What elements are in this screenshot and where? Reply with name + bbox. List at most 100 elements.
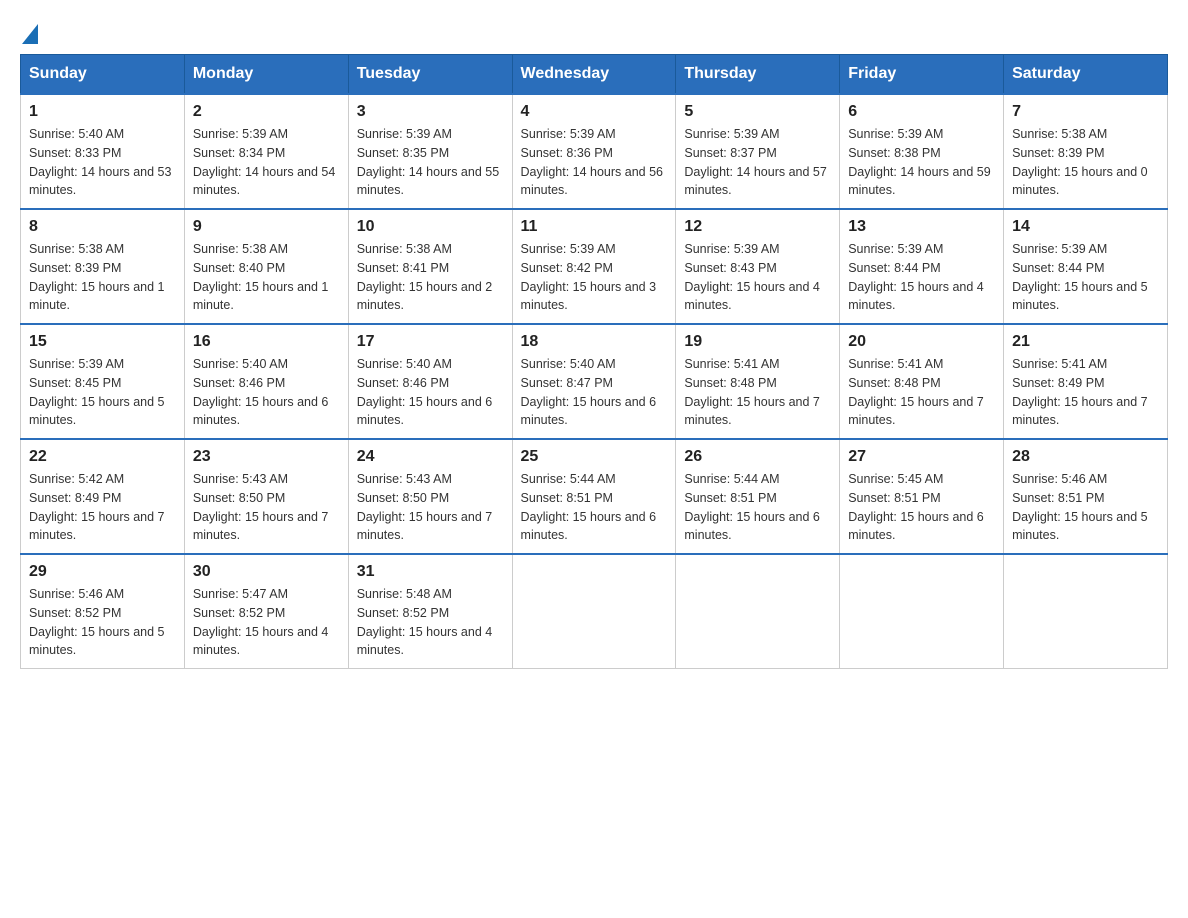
- day-number: 3: [357, 103, 504, 121]
- day-number: 30: [193, 563, 340, 581]
- header-tuesday: Tuesday: [348, 55, 512, 95]
- day-number: 11: [521, 218, 668, 236]
- calendar-cell: 29 Sunrise: 5:46 AMSunset: 8:52 PMDayligh…: [21, 554, 185, 669]
- calendar-cell: 5 Sunrise: 5:39 AMSunset: 8:37 PMDaylight…: [676, 94, 840, 209]
- day-info: Sunrise: 5:39 AMSunset: 8:42 PMDaylight:…: [521, 240, 668, 315]
- calendar-header: SundayMondayTuesdayWednesdayThursdayFrid…: [21, 55, 1168, 95]
- week-row-2: 8Sunrise: 5:38 AMSunset: 8:39 PMDaylight…: [21, 209, 1168, 324]
- day-info: Sunrise: 5:40 AMSunset: 8:47 PMDaylight:…: [521, 355, 668, 430]
- day-number: 23: [193, 448, 340, 466]
- day-number: 19: [684, 333, 831, 351]
- header-saturday: Saturday: [1004, 55, 1168, 95]
- calendar-cell: 1 Sunrise: 5:40 AMSunset: 8:33 PMDaylight…: [21, 94, 185, 209]
- day-info: Sunrise: 5:44 AMSunset: 8:51 PMDaylight:…: [684, 470, 831, 545]
- day-info: Sunrise: 5:39 AMSunset: 8:45 PMDaylight:…: [29, 355, 176, 430]
- day-info: Sunrise: 5:44 AMSunset: 8:51 PMDaylight:…: [521, 470, 668, 545]
- day-info: Sunrise: 5:41 AMSunset: 8:49 PMDaylight:…: [1012, 355, 1159, 430]
- day-number: 25: [521, 448, 668, 466]
- calendar-cell: 26 Sunrise: 5:44 AMSunset: 8:51 PMDayligh…: [676, 439, 840, 554]
- week-row-5: 29 Sunrise: 5:46 AMSunset: 8:52 PMDayligh…: [21, 554, 1168, 669]
- calendar-cell: [840, 554, 1004, 669]
- day-number: 2: [193, 103, 340, 121]
- day-number: 5: [684, 103, 831, 121]
- calendar-cell: 4 Sunrise: 5:39 AMSunset: 8:36 PMDaylight…: [512, 94, 676, 209]
- calendar-cell: 18Sunrise: 5:40 AMSunset: 8:47 PMDayligh…: [512, 324, 676, 439]
- header-row: SundayMondayTuesdayWednesdayThursdayFrid…: [21, 55, 1168, 95]
- day-number: 27: [848, 448, 995, 466]
- day-number: 4: [521, 103, 668, 121]
- calendar-cell: 3 Sunrise: 5:39 AMSunset: 8:35 PMDaylight…: [348, 94, 512, 209]
- calendar-cell: 8Sunrise: 5:38 AMSunset: 8:39 PMDaylight…: [21, 209, 185, 324]
- day-info: Sunrise: 5:38 AMSunset: 8:39 PMDaylight:…: [29, 240, 176, 315]
- day-info: Sunrise: 5:39 AMSunset: 8:37 PMDaylight:…: [684, 125, 831, 200]
- day-info: Sunrise: 5:39 AMSunset: 8:44 PMDaylight:…: [848, 240, 995, 315]
- day-number: 17: [357, 333, 504, 351]
- week-row-4: 22 Sunrise: 5:42 AMSunset: 8:49 PMDayligh…: [21, 439, 1168, 554]
- header-monday: Monday: [184, 55, 348, 95]
- day-info: Sunrise: 5:41 AMSunset: 8:48 PMDaylight:…: [684, 355, 831, 430]
- day-info: Sunrise: 5:39 AMSunset: 8:34 PMDaylight:…: [193, 125, 340, 200]
- day-number: 10: [357, 218, 504, 236]
- day-info: Sunrise: 5:42 AMSunset: 8:49 PMDaylight:…: [29, 470, 176, 545]
- day-info: Sunrise: 5:46 AMSunset: 8:51 PMDaylight:…: [1012, 470, 1159, 545]
- calendar-cell: 24 Sunrise: 5:43 AMSunset: 8:50 PMDayligh…: [348, 439, 512, 554]
- day-number: 7: [1012, 103, 1159, 121]
- week-row-3: 15 Sunrise: 5:39 AMSunset: 8:45 PMDayligh…: [21, 324, 1168, 439]
- calendar-cell: 13 Sunrise: 5:39 AMSunset: 8:44 PMDayligh…: [840, 209, 1004, 324]
- calendar-cell: [512, 554, 676, 669]
- week-row-1: 1 Sunrise: 5:40 AMSunset: 8:33 PMDaylight…: [21, 94, 1168, 209]
- day-info: Sunrise: 5:39 AMSunset: 8:43 PMDaylight:…: [684, 240, 831, 315]
- calendar-cell: 15 Sunrise: 5:39 AMSunset: 8:45 PMDayligh…: [21, 324, 185, 439]
- calendar-cell: 19 Sunrise: 5:41 AMSunset: 8:48 PMDayligh…: [676, 324, 840, 439]
- day-number: 21: [1012, 333, 1159, 351]
- day-info: Sunrise: 5:40 AMSunset: 8:46 PMDaylight:…: [357, 355, 504, 430]
- calendar-cell: 25 Sunrise: 5:44 AMSunset: 8:51 PMDayligh…: [512, 439, 676, 554]
- day-number: 15: [29, 333, 176, 351]
- header-thursday: Thursday: [676, 55, 840, 95]
- day-info: Sunrise: 5:41 AMSunset: 8:48 PMDaylight:…: [848, 355, 995, 430]
- day-info: Sunrise: 5:40 AMSunset: 8:46 PMDaylight:…: [193, 355, 340, 430]
- day-number: 9: [193, 218, 340, 236]
- calendar-cell: 23Sunrise: 5:43 AMSunset: 8:50 PMDayligh…: [184, 439, 348, 554]
- day-info: Sunrise: 5:43 AMSunset: 8:50 PMDaylight:…: [357, 470, 504, 545]
- day-number: 31: [357, 563, 504, 581]
- header-friday: Friday: [840, 55, 1004, 95]
- calendar-cell: 21 Sunrise: 5:41 AMSunset: 8:49 PMDayligh…: [1004, 324, 1168, 439]
- day-info: Sunrise: 5:39 AMSunset: 8:35 PMDaylight:…: [357, 125, 504, 200]
- calendar-cell: 30 Sunrise: 5:47 AMSunset: 8:52 PMDayligh…: [184, 554, 348, 669]
- day-number: 20: [848, 333, 995, 351]
- calendar-cell: 28 Sunrise: 5:46 AMSunset: 8:51 PMDayligh…: [1004, 439, 1168, 554]
- day-number: 14: [1012, 218, 1159, 236]
- day-info: Sunrise: 5:38 AMSunset: 8:40 PMDaylight:…: [193, 240, 340, 315]
- day-info: Sunrise: 5:45 AMSunset: 8:51 PMDaylight:…: [848, 470, 995, 545]
- calendar-cell: 22 Sunrise: 5:42 AMSunset: 8:49 PMDayligh…: [21, 439, 185, 554]
- calendar-cell: 11 Sunrise: 5:39 AMSunset: 8:42 PMDayligh…: [512, 209, 676, 324]
- day-info: Sunrise: 5:47 AMSunset: 8:52 PMDaylight:…: [193, 585, 340, 660]
- calendar-cell: [1004, 554, 1168, 669]
- day-number: 29: [29, 563, 176, 581]
- calendar-cell: 31Sunrise: 5:48 AMSunset: 8:52 PMDayligh…: [348, 554, 512, 669]
- calendar-cell: 16Sunrise: 5:40 AMSunset: 8:46 PMDayligh…: [184, 324, 348, 439]
- calendar-cell: 9 Sunrise: 5:38 AMSunset: 8:40 PMDaylight…: [184, 209, 348, 324]
- calendar-cell: 6 Sunrise: 5:39 AMSunset: 8:38 PMDaylight…: [840, 94, 1004, 209]
- day-number: 12: [684, 218, 831, 236]
- day-info: Sunrise: 5:46 AMSunset: 8:52 PMDaylight:…: [29, 585, 176, 660]
- day-info: Sunrise: 5:38 AMSunset: 8:39 PMDaylight:…: [1012, 125, 1159, 200]
- day-number: 26: [684, 448, 831, 466]
- calendar-cell: 12 Sunrise: 5:39 AMSunset: 8:43 PMDayligh…: [676, 209, 840, 324]
- day-info: Sunrise: 5:39 AMSunset: 8:36 PMDaylight:…: [521, 125, 668, 200]
- day-number: 22: [29, 448, 176, 466]
- day-number: 6: [848, 103, 995, 121]
- day-info: Sunrise: 5:39 AMSunset: 8:38 PMDaylight:…: [848, 125, 995, 200]
- day-number: 1: [29, 103, 176, 121]
- calendar-cell: 10Sunrise: 5:38 AMSunset: 8:41 PMDayligh…: [348, 209, 512, 324]
- calendar-cell: 7 Sunrise: 5:38 AMSunset: 8:39 PMDaylight…: [1004, 94, 1168, 209]
- day-number: 24: [357, 448, 504, 466]
- calendar-cell: 27 Sunrise: 5:45 AMSunset: 8:51 PMDayligh…: [840, 439, 1004, 554]
- day-info: Sunrise: 5:40 AMSunset: 8:33 PMDaylight:…: [29, 125, 176, 200]
- day-number: 13: [848, 218, 995, 236]
- calendar-cell: [676, 554, 840, 669]
- day-info: Sunrise: 5:39 AMSunset: 8:44 PMDaylight:…: [1012, 240, 1159, 315]
- page-header: [20, 20, 1168, 44]
- day-number: 28: [1012, 448, 1159, 466]
